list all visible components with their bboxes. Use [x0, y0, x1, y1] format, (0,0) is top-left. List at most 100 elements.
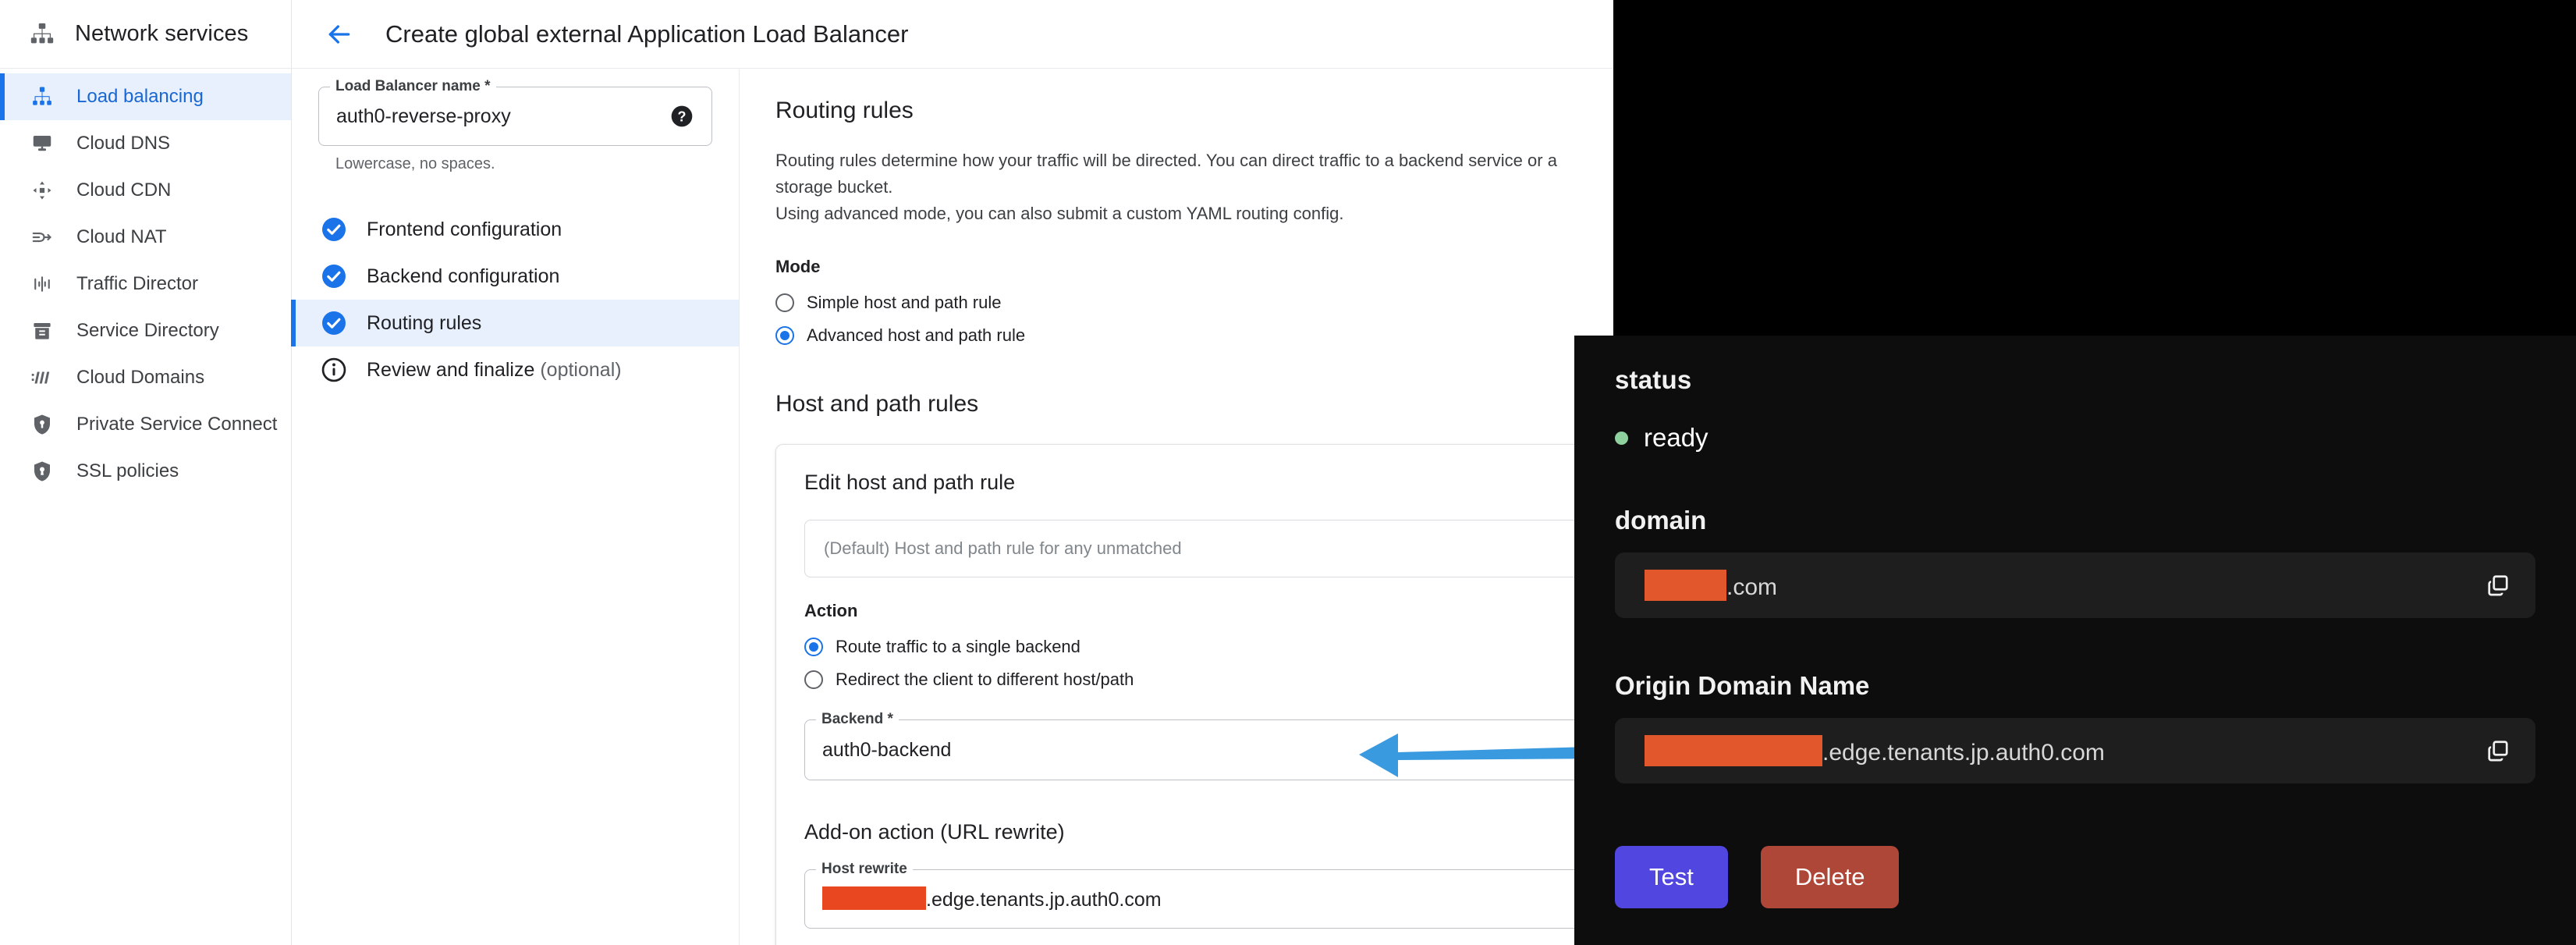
ssl-policies-icon [27, 456, 58, 487]
radio-selected-icon [775, 326, 794, 345]
edit-host-and-path-rule-card: Edit host and path rule (Default) Host a… [775, 444, 1696, 945]
sidebar-item-label: Service Directory [76, 320, 219, 342]
auth0-custom-domain-panel: status ready domain .com Origin Domain N… [1574, 336, 2576, 945]
sidebar-item-cloud-nat[interactable]: Cloud NAT [0, 214, 291, 261]
sidebar-item-ssl-policies[interactable]: SSL policies [0, 448, 291, 495]
sidebar-item-label: Cloud Domains [76, 367, 204, 389]
step-backend-configuration[interactable]: Backend configuration [292, 253, 739, 300]
routing-rules-description: Routing rules determine how your traffic… [775, 147, 1602, 227]
default-host-path-rule-input[interactable]: (Default) Host and path rule for any unm… [804, 520, 1667, 577]
card-header-edit-host-path-rule[interactable]: Edit host and path rule [804, 445, 1667, 520]
check-circle-icon [320, 309, 348, 337]
sidebar-item-private-service-connect[interactable]: Private Service Connect [0, 401, 291, 448]
cloud-nat-icon [27, 222, 58, 253]
sidebar-item-label: Traffic Director [76, 273, 198, 295]
lb-name-field-wrap: Load Balancer name * auth0-reverse-proxy… [292, 87, 739, 173]
sidebar-item-label: Cloud CDN [76, 179, 171, 201]
sidebar-item-cloud-cdn[interactable]: Cloud CDN [0, 167, 291, 214]
step-label: Review and finalize (optional) [367, 359, 622, 382]
host-rewrite-value: .edge.tenants.jp.auth0.com [822, 886, 1162, 911]
origin-domain-name-value: .edge.tenants.jp.auth0.com [1645, 735, 2105, 766]
traffic-director-icon [27, 268, 58, 300]
radio-icon [775, 293, 794, 312]
action-option-route-single-backend[interactable]: Route traffic to a single backend [804, 631, 1667, 663]
status-dot-icon [1615, 432, 1628, 445]
lb-name-input[interactable]: Load Balancer name * auth0-reverse-proxy… [318, 87, 712, 146]
step-routing-rules[interactable]: Routing rules [292, 300, 739, 346]
step-label: Backend configuration [367, 265, 559, 288]
status-value: ready [1644, 423, 1708, 453]
dark-window-top-fill [1613, 0, 2576, 346]
sidebar-item-label: Cloud DNS [76, 133, 170, 155]
test-button[interactable]: Test [1615, 846, 1728, 908]
routing-desc-line1: Routing rules determine how your traffic… [775, 147, 1602, 201]
origin-domain-name-heading: Origin Domain Name [1615, 671, 2535, 701]
sidebar-item-service-directory[interactable]: Service Directory [0, 307, 291, 354]
sidebar-item-traffic-director[interactable]: Traffic Director [0, 261, 291, 307]
backend-label: Backend * [816, 711, 899, 728]
radio-selected-icon [804, 638, 823, 656]
sidebar-list: Load balancing Cloud DNS [0, 69, 291, 495]
action-option-label: Route traffic to a single backend [836, 637, 1080, 657]
sidebar-item-load-balancing[interactable]: Load balancing [0, 73, 291, 120]
sidebar-item-cloud-domains[interactable]: Cloud Domains [0, 354, 291, 401]
default-host-path-rule-placeholder: (Default) Host and path rule for any unm… [824, 538, 1182, 559]
copy-icon[interactable] [2481, 734, 2515, 768]
redaction-block [822, 886, 926, 910]
step-review-and-finalize[interactable]: Review and finalize (optional) [292, 346, 739, 393]
check-circle-icon [320, 262, 348, 290]
host-rewrite-input[interactable]: Host rewrite .edge.tenants.jp.auth0.com [804, 869, 1667, 929]
backend-value: auth0-backend [822, 739, 951, 762]
lb-name-value: auth0-reverse-proxy [336, 105, 511, 128]
status-heading: status [1615, 365, 2535, 395]
sidebar-item-label: Private Service Connect [76, 414, 277, 435]
action-option-redirect-client[interactable]: Redirect the client to different host/pa… [804, 663, 1667, 696]
product-sidebar: Network services Load balancing [0, 0, 292, 945]
network-services-icon [27, 19, 58, 50]
sidebar-header: Network services [0, 0, 291, 69]
help-icon[interactable]: ? [669, 104, 694, 129]
wizard-steps-column: Load Balancer name * auth0-reverse-proxy… [292, 69, 740, 945]
addon-action-header[interactable]: Add-on action (URL rewrite) [804, 794, 1667, 869]
radio-icon [804, 670, 823, 689]
sidebar-item-label: Cloud NAT [76, 226, 167, 248]
load-balancing-icon [27, 81, 58, 112]
step-label: Routing rules [367, 312, 481, 335]
step-frontend-configuration[interactable]: Frontend configuration [292, 206, 739, 253]
sidebar-item-cloud-dns[interactable]: Cloud DNS [0, 120, 291, 167]
action-option-label: Redirect the client to different host/pa… [836, 670, 1134, 690]
private-service-connect-icon [27, 409, 58, 440]
host-rewrite-label: Host rewrite [816, 861, 913, 878]
svg-text:?: ? [678, 109, 687, 125]
step-label: Frontend configuration [367, 218, 562, 241]
info-circle-icon [320, 356, 348, 384]
delete-button[interactable]: Delete [1761, 846, 1900, 908]
steps-list: Frontend configuration Backend configura… [292, 206, 739, 393]
screenshot-root: Network services Load balancing [0, 0, 2576, 945]
status-row: ready [1615, 423, 2535, 453]
mode-option-label: Advanced host and path rule [807, 325, 1025, 346]
lb-name-label: Load Balancer name * [330, 78, 496, 95]
domain-heading: domain [1615, 506, 2535, 535]
domain-value: .com [1645, 570, 1777, 601]
backend-select[interactable]: Backend * auth0-backend [804, 719, 1667, 780]
action-label: Action [804, 601, 1667, 621]
mode-option-label: Simple host and path rule [807, 293, 1002, 313]
sidebar-item-label: SSL policies [76, 460, 179, 482]
copy-icon[interactable] [2481, 568, 2515, 602]
addon-action-title: Add-on action (URL rewrite) [804, 820, 1065, 844]
redaction-block [1645, 735, 1822, 766]
redaction-block [1645, 570, 1726, 601]
cloud-dns-icon [27, 128, 58, 159]
cloud-cdn-icon [27, 175, 58, 206]
check-circle-icon [320, 215, 348, 243]
cloud-domains-icon [27, 362, 58, 393]
panel-actions: Test Delete [1615, 846, 2535, 908]
back-arrow-icon[interactable] [321, 16, 357, 52]
service-directory-icon [27, 315, 58, 346]
sidebar-item-label: Load balancing [76, 86, 204, 108]
page-title: Create global external Application Load … [385, 20, 908, 48]
domain-field[interactable]: .com [1615, 552, 2535, 618]
routing-desc-line2: Using advanced mode, you can also submit… [775, 201, 1602, 227]
origin-domain-name-field[interactable]: .edge.tenants.jp.auth0.com [1615, 718, 2535, 783]
